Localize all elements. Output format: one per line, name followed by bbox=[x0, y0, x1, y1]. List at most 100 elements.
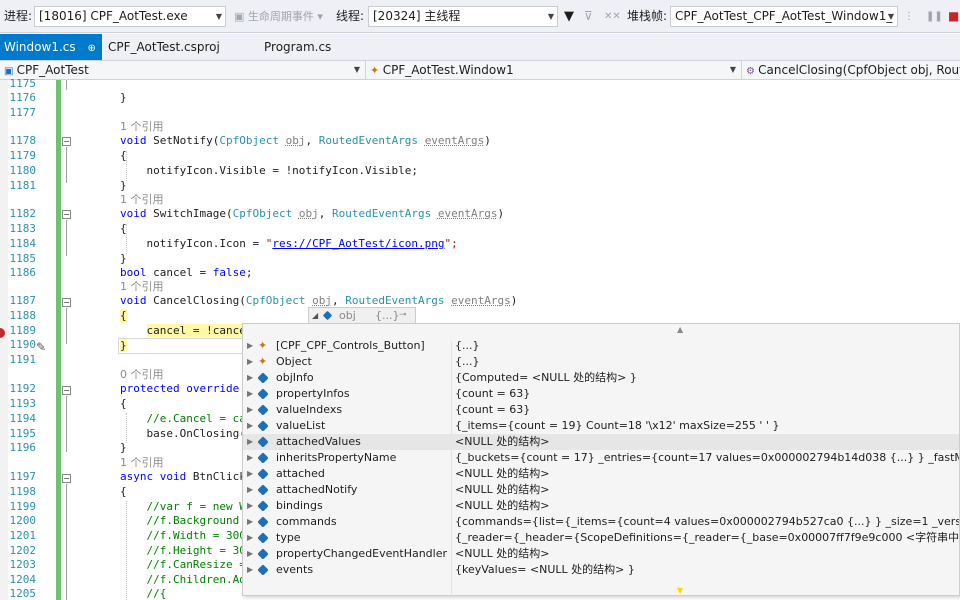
member-value[interactable]: {Computed= <NULL 处的结构> } bbox=[455, 370, 637, 386]
expand-icon[interactable]: ▶ bbox=[247, 370, 253, 386]
line-number: 1199 bbox=[9, 500, 37, 513]
field-icon bbox=[322, 310, 333, 321]
expand-icon[interactable]: ▶ bbox=[247, 354, 253, 370]
expand-icon[interactable]: ▶ bbox=[247, 546, 253, 562]
process-value: [18016] CPF_AotTest.exe bbox=[39, 9, 188, 23]
pin-icon[interactable]: ⊸ bbox=[399, 308, 407, 323]
datatip-row[interactable]: ▶ propertyChangedEventHandler <NULL 处的结构> bbox=[243, 546, 959, 562]
datatip-row[interactable]: ▶ propertyInfos {count = 63} bbox=[243, 386, 959, 402]
datatip-members[interactable]: ▲ ▶ ✦ [CPF_CPF_Controls_Button] {...} ▶ ✦ Obje… bbox=[242, 323, 960, 596]
process-dropdown[interactable]: [18016] CPF_AotTest.exe ▼ bbox=[34, 6, 226, 27]
collapse-icon[interactable]: − bbox=[62, 474, 71, 483]
datatip-row[interactable]: ▶ ✦ [CPF_CPF_Controls_Button] {...} bbox=[243, 338, 959, 354]
type-dropdown[interactable]: ✦ CPF_AotTest.Window1 ▼ bbox=[366, 61, 742, 79]
codelens-reference[interactable]: 1 个引用 bbox=[120, 280, 164, 294]
collapse-icon[interactable]: − bbox=[62, 298, 71, 307]
expand-icon[interactable]: ▶ bbox=[247, 482, 253, 498]
member-field-icon bbox=[257, 452, 269, 464]
line-number: 1190 bbox=[9, 338, 37, 351]
filter-clear-icon[interactable]: ⊽ bbox=[584, 0, 593, 33]
resource-link[interactable]: res://CPF_AotTest/icon.png bbox=[272, 237, 444, 250]
collapse-icon[interactable]: − bbox=[62, 137, 71, 146]
code-line: } bbox=[120, 91, 127, 104]
datatip-row[interactable]: ▶ attachedValues <NULL 处的结构> bbox=[243, 434, 959, 450]
member-value[interactable]: {_reader={_header={ScopeDefinitions={_re… bbox=[455, 530, 959, 546]
expand-icon[interactable]: ▶ bbox=[247, 514, 253, 530]
member-value[interactable]: {count = 63} bbox=[455, 402, 530, 418]
expand-icon[interactable]: ▶ bbox=[247, 418, 253, 434]
datatip-row[interactable]: ▶ type {_reader={_header={ScopeDefinitions… bbox=[243, 530, 959, 546]
pause-icon[interactable]: ❚❚ bbox=[926, 0, 943, 33]
parallel-icon[interactable]: ✕✕ bbox=[604, 0, 621, 33]
expand-icon[interactable]: ▶ bbox=[247, 434, 253, 450]
member-value[interactable]: {...} bbox=[455, 354, 480, 370]
stop-icon[interactable]: ■ bbox=[948, 0, 959, 33]
member-value[interactable]: {commands={list={_items={count=4 values=… bbox=[455, 514, 959, 530]
member-value[interactable]: <NULL 处的结构> bbox=[455, 434, 549, 450]
tab-csproj[interactable]: CPF_AotTest.csproj bbox=[100, 34, 228, 60]
scroll-down-icon[interactable]: ▼ bbox=[677, 586, 683, 595]
datatip-row[interactable]: ▶ attachedNotify <NULL 处的结构> bbox=[243, 482, 959, 498]
collapse-icon[interactable]: ◢ bbox=[312, 308, 318, 323]
tab-window1-cs[interactable]: Window1.cs ⊕ ✕ bbox=[0, 34, 115, 60]
codelens-reference[interactable]: 1 个引用 bbox=[120, 120, 164, 134]
collapse-icon[interactable]: − bbox=[62, 210, 71, 219]
line-number: 1180 bbox=[9, 164, 37, 177]
expand-icon[interactable]: ▶ bbox=[247, 466, 253, 482]
datatip-row[interactable]: ▶ attached <NULL 处的结构> bbox=[243, 466, 959, 482]
filter-icon[interactable]: ▼ bbox=[564, 0, 574, 33]
member-field-icon bbox=[257, 516, 269, 528]
codelens-reference[interactable]: 1 个引用 bbox=[120, 193, 164, 207]
scroll-up-icon[interactable]: ▲ bbox=[677, 325, 683, 334]
fold-line bbox=[66, 80, 67, 90]
glyph-margin[interactable] bbox=[0, 80, 8, 600]
member-name: [CPF_CPF_Controls_Button] bbox=[276, 339, 425, 352]
member-field-icon bbox=[257, 404, 269, 416]
member-value[interactable]: <NULL 处的结构> bbox=[455, 498, 549, 514]
project-dropdown[interactable]: ▣ CPF_AotTest ▼ bbox=[0, 61, 366, 79]
datatip-row[interactable]: ▶ valueList {_items={count = 19} Count=18 … bbox=[243, 418, 959, 434]
codelens-reference[interactable]: 0 个引用 bbox=[120, 368, 164, 382]
datatip-row[interactable]: ▶ commands {commands={list={_items={count=… bbox=[243, 514, 959, 530]
expand-icon[interactable]: ▶ bbox=[247, 386, 253, 402]
member-value[interactable]: {keyValues= <NULL 处的结构> } bbox=[455, 562, 635, 578]
code-line: { bbox=[120, 222, 127, 235]
code-line: { bbox=[120, 485, 127, 498]
line-number: 1192 bbox=[9, 382, 37, 395]
member-value[interactable]: {count = 63} bbox=[455, 386, 530, 402]
datatip-row[interactable]: ▶ valueIndexs {count = 63} bbox=[243, 402, 959, 418]
expand-icon[interactable]: ▶ bbox=[247, 562, 253, 578]
member-value[interactable]: <NULL 处的结构> bbox=[455, 466, 549, 482]
tab-program-cs[interactable]: Program.cs bbox=[256, 34, 339, 60]
datatip-header[interactable]: ◢ obj {...} ⊸ bbox=[308, 307, 416, 324]
expand-icon[interactable]: ▶ bbox=[247, 530, 253, 546]
datatip-row[interactable]: ▶ bindings <NULL 处的结构> bbox=[243, 498, 959, 514]
lifecycle-events-button[interactable]: ▣ 生命周期事件 ▾ bbox=[234, 0, 323, 33]
member-value[interactable]: {_items={count = 19} Count=18 '\x12' max… bbox=[455, 418, 779, 434]
thread-dropdown[interactable]: [20324] 主线程 ▼ bbox=[368, 6, 558, 27]
datatip-row[interactable]: ▶ objInfo {Computed= <NULL 处的结构> } bbox=[243, 370, 959, 386]
pin-icon[interactable]: ⊕ bbox=[87, 43, 95, 54]
expand-icon[interactable]: ▶ bbox=[247, 338, 253, 354]
expand-icon[interactable]: ▶ bbox=[247, 450, 253, 466]
member-name: valueIndexs bbox=[276, 403, 343, 416]
member-value[interactable]: {_buckets={count = 17} _entries={count=1… bbox=[455, 450, 959, 466]
expand-icon[interactable]: ▶ bbox=[247, 498, 253, 514]
member-value[interactable]: <NULL 处的结构> bbox=[455, 482, 549, 498]
overflow-icon[interactable]: ⋮ bbox=[904, 0, 914, 33]
line-number: 1201 bbox=[9, 529, 37, 542]
member-value[interactable]: <NULL 处的结构> bbox=[455, 546, 549, 562]
member-dropdown[interactable]: ⚙ CancelClosing(CpfObject obj, RoutedEve… bbox=[742, 61, 960, 79]
stack-frame-dropdown[interactable]: CPF_AotTest_CPF_AotTest_Window1_ ▼ bbox=[670, 6, 898, 27]
line-number: 1176 bbox=[9, 91, 37, 104]
chevron-down-icon: ▼ bbox=[353, 65, 360, 74]
datatip-row[interactable]: ▶ ✦ Object {...} bbox=[243, 354, 959, 370]
expand-icon[interactable]: ▶ bbox=[247, 402, 253, 418]
datatip-row[interactable]: ▶ inheritsPropertyName {_buckets={count = … bbox=[243, 450, 959, 466]
document-tab-strip: Window1.cs ⊕ ✕ CPF_AotTest.csproj Progra… bbox=[0, 34, 960, 60]
class-icon: ✦ bbox=[370, 64, 383, 77]
collapse-icon[interactable]: − bbox=[62, 386, 71, 395]
codelens-reference[interactable]: 1 个引用 bbox=[120, 456, 164, 470]
datatip-row[interactable]: ▶ events {keyValues= <NULL 处的结构> } bbox=[243, 562, 959, 578]
member-value[interactable]: {...} bbox=[455, 338, 480, 354]
